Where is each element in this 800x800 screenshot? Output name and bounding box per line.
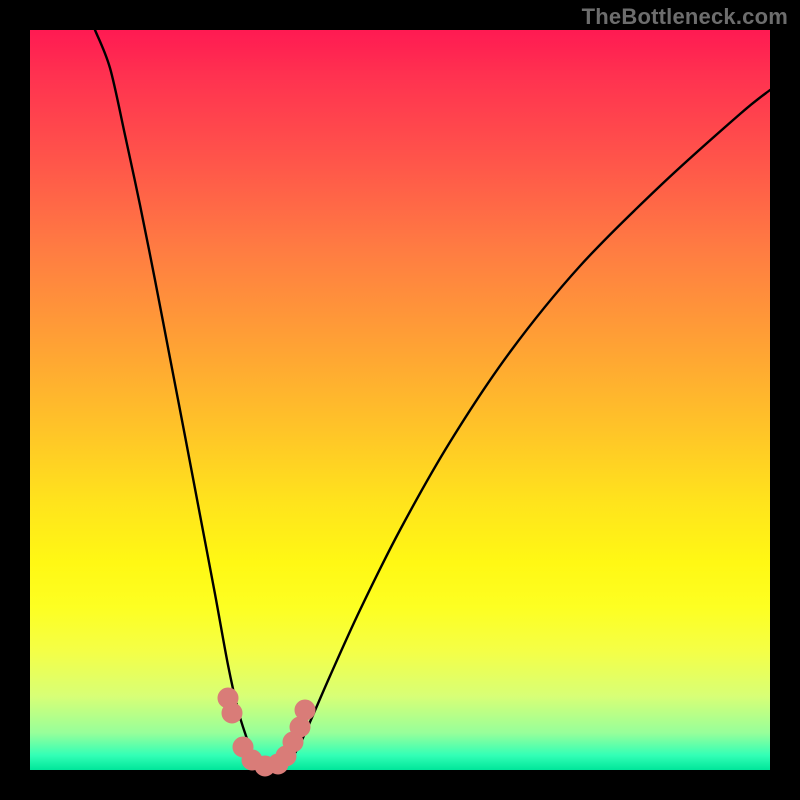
data-marker	[295, 700, 315, 720]
curve-right-branch	[280, 90, 770, 768]
watermark-text: TheBottleneck.com	[582, 4, 788, 30]
chart-frame: TheBottleneck.com	[0, 0, 800, 800]
curve-left-branch	[95, 30, 260, 768]
data-marker	[222, 703, 242, 723]
curve-svg	[30, 30, 770, 770]
marker-group	[218, 688, 315, 776]
plot-area	[30, 30, 770, 770]
